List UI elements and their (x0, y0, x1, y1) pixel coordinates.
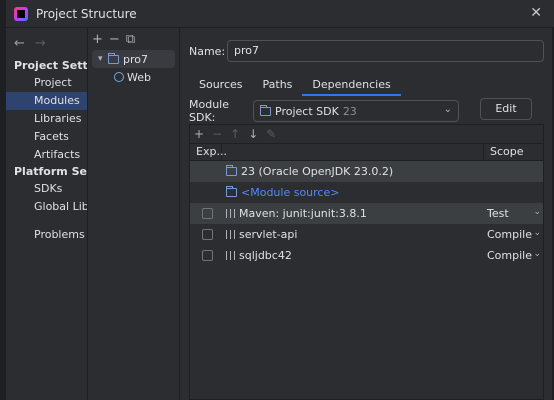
module-sdk-label: Module SDK: (189, 98, 229, 124)
remove-icon[interactable]: − (109, 32, 120, 47)
nav-item-global-libraries[interactable]: Global Librar (6, 198, 87, 216)
scope-column-header[interactable]: Scope (483, 143, 543, 161)
copy-icon[interactable]: ⧉ (126, 32, 135, 47)
sdk-folder-icon (260, 104, 271, 116)
module-tree-panel: + − ⧉ ▾ pro7 Web (88, 28, 180, 400)
chevron-down-icon[interactable]: ▾ (98, 54, 108, 64)
source-folder-icon (226, 186, 237, 197)
chevron-down-icon: ⌄ (443, 104, 452, 115)
export-checkbox[interactable] (202, 250, 213, 261)
dependency-name: <Module source> (226, 186, 339, 199)
remove-dependency-icon[interactable]: − (212, 127, 222, 141)
move-down-icon[interactable]: ↓ (248, 127, 258, 141)
nav-item-project[interactable]: Project (6, 74, 87, 92)
window-title: Project Structure (36, 6, 137, 21)
dependency-name: Maven: junit:junit:3.8.1 (226, 207, 367, 220)
table-row[interactable]: Maven: junit:junit:3.8.1 Test ⌄ (190, 203, 543, 224)
export-checkbox[interactable] (202, 208, 213, 219)
sdk-folder-icon (226, 165, 237, 176)
title-bar: Project Structure ✕ (6, 0, 554, 28)
dependency-label: Maven: junit:junit:3.8.1 (239, 207, 367, 220)
add-dependency-icon[interactable]: + (194, 127, 204, 141)
nav-item-libraries[interactable]: Libraries (6, 110, 87, 128)
nav-history-toolbar: ← → (6, 28, 87, 58)
export-checkbox[interactable] (202, 229, 213, 240)
nav-item-artifacts[interactable]: Artifacts (6, 146, 87, 164)
library-icon (226, 230, 235, 239)
scope-value: Test (487, 207, 509, 220)
add-icon[interactable]: + (92, 32, 103, 47)
nav-item-problems[interactable]: Problems (6, 226, 87, 244)
module-tree-toolbar: + − ⧉ (88, 28, 179, 50)
sdk-select-version: 23 (342, 104, 357, 118)
tree-node-web-label: Web (127, 70, 151, 84)
nav-item-sdks[interactable]: SDKs (6, 180, 87, 198)
chevron-down-icon: ⌄ (533, 249, 541, 259)
dependency-name: servlet-api (226, 228, 297, 241)
module-sdk-row: Module SDK: Project SDK 23 ⌄ (189, 98, 459, 124)
tab-sources[interactable]: Sources (189, 74, 253, 96)
library-icon (226, 251, 235, 260)
dependency-name: sqljdbc42 (226, 249, 292, 262)
scope-value: Compile (487, 228, 532, 241)
table-row[interactable]: 23 (Oracle OpenJDK 23.0.2) (190, 161, 543, 182)
dependency-label: servlet-api (239, 228, 298, 241)
tree-node-module[interactable]: ▾ pro7 (92, 50, 175, 68)
module-tabs: Sources Paths Dependencies (189, 74, 401, 96)
name-label: Name: (189, 44, 226, 58)
back-arrow-icon[interactable]: ← (14, 36, 25, 51)
scope-dropdown[interactable]: Compile ⌄ (487, 249, 541, 262)
nav-item-modules[interactable]: Modules (6, 92, 87, 110)
dependencies-toolbar: + − ↑ ↓ ✎ (190, 125, 543, 143)
library-icon (226, 209, 235, 218)
module-sdk-select[interactable]: Project SDK 23 ⌄ (253, 100, 459, 122)
table-row[interactable]: <Module source> (190, 182, 543, 203)
scope-value: Compile (487, 249, 532, 262)
tab-paths[interactable]: Paths (253, 74, 303, 96)
scope-dropdown[interactable]: Test ⌄ (487, 207, 541, 220)
sdk-select-value: Project SDK (275, 104, 339, 118)
close-icon[interactable]: ✕ (530, 6, 542, 20)
export-column-header[interactable]: Exp... (190, 143, 227, 161)
table-header: Exp... Scope (190, 143, 543, 161)
move-up-icon[interactable]: ↑ (230, 127, 240, 141)
project-settings-header: Project Settings (14, 59, 87, 72)
platform-settings-header: Platform Settings (14, 165, 87, 178)
dependencies-table: + − ↑ ↓ ✎ Exp... Scope 23 (Oracle OpenJD… (189, 124, 544, 400)
tab-dependencies[interactable]: Dependencies (302, 74, 401, 96)
chevron-down-icon: ⌄ (533, 207, 541, 217)
dependency-label: <Module source> (241, 186, 340, 199)
nav-item-facets[interactable]: Facets (6, 128, 87, 146)
tree-node-web[interactable]: Web (88, 68, 179, 86)
module-name-input[interactable]: pro7 (227, 40, 544, 62)
edit-dependency-icon[interactable]: ✎ (266, 127, 276, 141)
dependency-label: 23 (Oracle OpenJDK 23.0.2) (241, 165, 394, 178)
module-settings-panel: Name: pro7 Sources Paths Dependencies Mo… (181, 28, 552, 400)
forward-arrow-icon[interactable]: → (35, 36, 46, 51)
settings-navigation: ← → Project Settings Project Modules Lib… (6, 28, 88, 400)
table-row[interactable]: sqljdbc42 Compile ⌄ (190, 245, 543, 266)
name-row: Name: pro7 (189, 40, 544, 62)
tree-node-module-label: pro7 (123, 52, 148, 66)
intellij-logo-icon (14, 6, 28, 21)
edit-sdk-button[interactable]: Edit (480, 98, 532, 120)
chevron-down-icon: ⌄ (533, 228, 541, 238)
module-folder-icon (108, 52, 119, 64)
dependency-label: sqljdbc42 (239, 249, 292, 262)
table-row[interactable]: servlet-api Compile ⌄ (190, 224, 543, 245)
web-facet-icon (114, 72, 124, 82)
dependency-name: 23 (Oracle OpenJDK 23.0.2) (226, 165, 393, 178)
scope-dropdown[interactable]: Compile ⌄ (487, 228, 541, 241)
